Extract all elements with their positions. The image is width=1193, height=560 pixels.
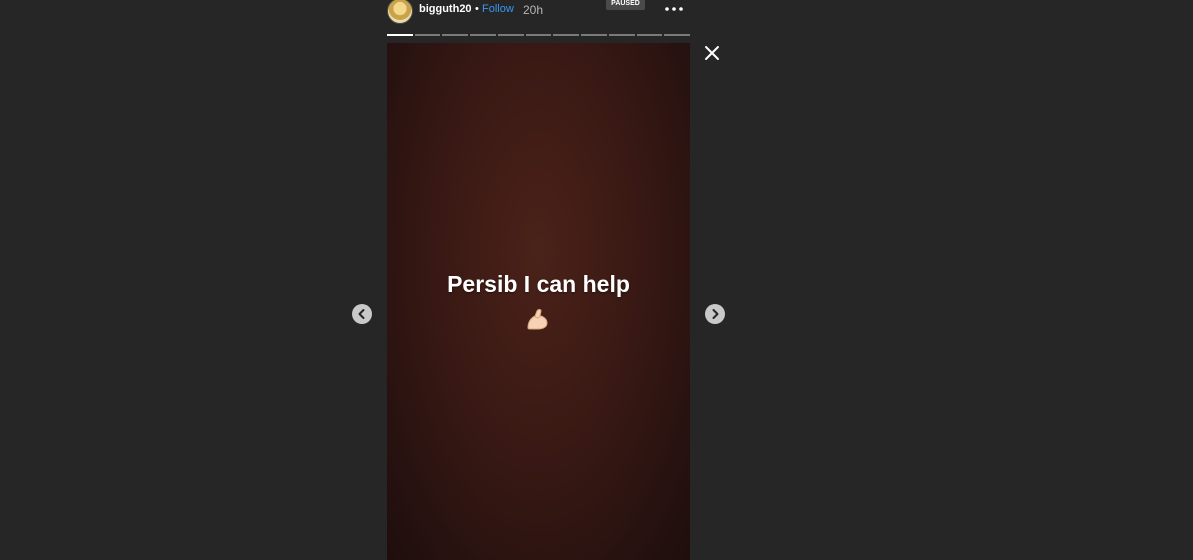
close-icon xyxy=(705,46,719,60)
post-age: 20h xyxy=(523,3,544,17)
progress-segment xyxy=(608,34,635,36)
story-header: bigguth20 • Follow 20h PAUSED xyxy=(387,0,690,24)
progress-segment xyxy=(414,34,441,36)
progress-segment xyxy=(636,34,663,36)
story-progress-bar xyxy=(387,34,691,36)
progress-segment xyxy=(470,34,496,36)
follow-button[interactable]: Follow xyxy=(482,3,514,15)
story-caption: Persib I can help xyxy=(447,271,630,297)
story-media[interactable]: Persib I can help xyxy=(387,43,690,560)
progress-segment xyxy=(664,34,691,36)
previous-story-button[interactable] xyxy=(352,304,372,324)
progress-segment xyxy=(442,34,469,36)
flexed-biceps-icon xyxy=(527,309,548,330)
chevron-right-icon xyxy=(712,309,719,319)
progress-segment xyxy=(581,34,607,36)
next-story-button[interactable] xyxy=(705,304,725,324)
separator-dot: • xyxy=(475,3,479,15)
username-link[interactable]: bigguth20 xyxy=(419,3,472,15)
chevron-left-icon xyxy=(358,309,365,319)
more-options-button[interactable] xyxy=(664,2,684,16)
more-horizontal-icon xyxy=(665,7,683,11)
close-button[interactable] xyxy=(703,44,721,62)
progress-segment xyxy=(553,34,580,36)
progress-segment xyxy=(497,34,524,36)
avatar[interactable] xyxy=(387,0,413,24)
progress-segment xyxy=(525,34,552,36)
paused-badge: PAUSED xyxy=(606,0,645,10)
progress-segment xyxy=(387,34,413,36)
